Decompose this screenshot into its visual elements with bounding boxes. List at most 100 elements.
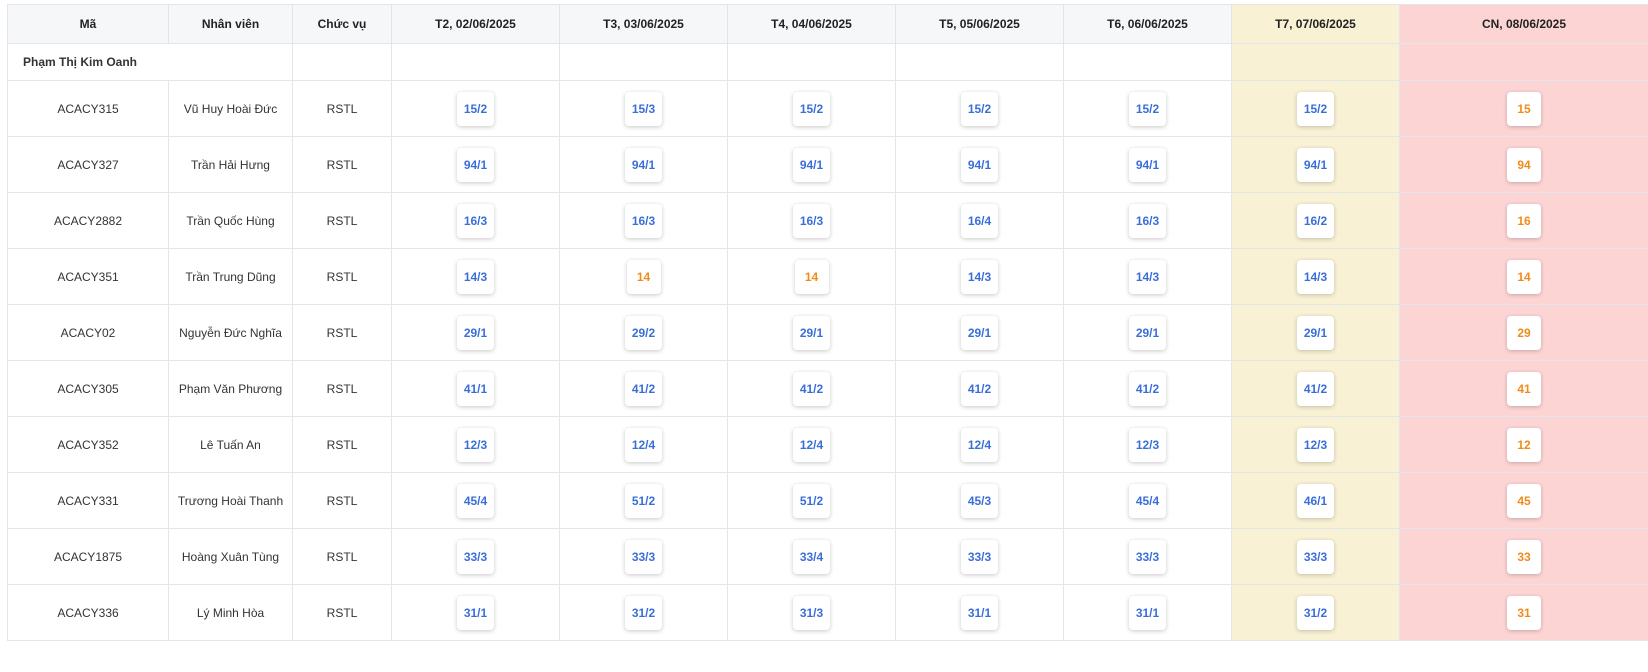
shift-chip[interactable]: 31/1 xyxy=(960,595,999,630)
shift-chip[interactable]: 29/1 xyxy=(1296,315,1335,350)
shift-chip[interactable]: 41/2 xyxy=(960,371,999,406)
shift-chip[interactable]: 16/2 xyxy=(1296,203,1335,238)
shift-chip[interactable]: 29/1 xyxy=(792,315,831,350)
shift-chip[interactable]: 51/2 xyxy=(624,483,663,518)
shift-chip[interactable]: 16/3 xyxy=(456,203,495,238)
shift-chip[interactable]: 15/2 xyxy=(456,91,495,126)
shift-chip[interactable]: 31/2 xyxy=(624,595,663,630)
shift-cell: 33/3 xyxy=(895,528,1064,585)
shift-chip[interactable]: 14/3 xyxy=(960,259,999,294)
header-day-wed[interactable]: T4, 04/06/2025 xyxy=(727,4,896,44)
group-cell-empty xyxy=(1231,43,1400,81)
shift-cell: 12/3 xyxy=(1063,416,1232,473)
shift-chip[interactable]: 41/2 xyxy=(624,371,663,406)
shift-chip[interactable]: 31 xyxy=(1507,595,1541,630)
shift-chip[interactable]: 33 xyxy=(1507,539,1541,574)
shift-chip[interactable]: 14/3 xyxy=(456,259,495,294)
shift-chip[interactable]: 12/3 xyxy=(1296,427,1335,462)
shift-chip[interactable]: 16/3 xyxy=(1128,203,1167,238)
shift-chip[interactable]: 45 xyxy=(1507,483,1541,518)
shift-chip[interactable]: 31/1 xyxy=(1128,595,1167,630)
shift-chip[interactable]: 15/2 xyxy=(1296,91,1335,126)
shift-chip[interactable]: 12 xyxy=(1507,427,1541,462)
shift-chip[interactable]: 33/4 xyxy=(792,539,831,574)
shift-chip[interactable]: 16 xyxy=(1507,203,1541,238)
shift-cell: 29/2 xyxy=(559,304,728,361)
header-employee[interactable]: Nhân viên xyxy=(168,4,293,44)
shift-chip[interactable]: 12/4 xyxy=(792,427,831,462)
shift-chip[interactable]: 94/1 xyxy=(1296,147,1335,182)
shift-chip[interactable]: 14/3 xyxy=(1296,259,1335,294)
shift-chip[interactable]: 94/1 xyxy=(960,147,999,182)
shift-chip[interactable]: 94/1 xyxy=(456,147,495,182)
header-code[interactable]: Mã xyxy=(7,4,169,44)
header-day-mon[interactable]: T2, 02/06/2025 xyxy=(391,4,560,44)
shift-chip[interactable]: 15/2 xyxy=(1128,91,1167,126)
shift-chip[interactable]: 41 xyxy=(1507,371,1541,406)
shift-cell: 33/3 xyxy=(1231,528,1400,585)
shift-chip[interactable]: 31/3 xyxy=(792,595,831,630)
shift-cell: 41/2 xyxy=(1231,360,1400,417)
shift-chip[interactable]: 31/1 xyxy=(456,595,495,630)
header-day-sun[interactable]: CN, 08/06/2025 xyxy=(1399,4,1648,44)
shift-chip[interactable]: 51/2 xyxy=(792,483,831,518)
shift-chip[interactable]: 15/2 xyxy=(960,91,999,126)
shift-chip[interactable]: 16/3 xyxy=(624,203,663,238)
shift-chip[interactable]: 14 xyxy=(626,259,661,294)
shift-chip[interactable]: 33/3 xyxy=(960,539,999,574)
shift-chip[interactable]: 14/3 xyxy=(1128,259,1167,294)
employee-position: RSTL xyxy=(292,304,392,361)
shift-chip[interactable]: 14 xyxy=(1507,259,1541,294)
schedule-table-container: Mã Nhân viên Chức vụ T2, 02/06/2025 T3, … xyxy=(7,4,1648,641)
shift-chip[interactable]: 12/4 xyxy=(960,427,999,462)
shift-chip[interactable]: 12/3 xyxy=(456,427,495,462)
shift-chip[interactable]: 45/3 xyxy=(960,483,999,518)
shift-chip[interactable]: 94/1 xyxy=(624,147,663,182)
shift-chip[interactable]: 16/4 xyxy=(960,203,999,238)
table-row: ACACY327 Trần Hải Hưng RSTL 94/1 94/1 94/1 94/… xyxy=(7,136,1648,193)
group-cell-empty xyxy=(727,43,896,81)
shift-chip[interactable]: 33/3 xyxy=(1296,539,1335,574)
shift-chip[interactable]: 94 xyxy=(1507,147,1541,182)
shift-chip[interactable]: 12/4 xyxy=(624,427,663,462)
table-row: ACACY315 Vũ Huy Hoài Đức RSTL 15/2 15/3 15/2 1… xyxy=(7,80,1648,137)
group-cell-empty xyxy=(292,43,392,81)
shift-cell: 29/1 xyxy=(1231,304,1400,361)
shift-cell: 31/1 xyxy=(1063,584,1232,641)
shift-chip[interactable]: 29/1 xyxy=(960,315,999,350)
shift-cell: 45/3 xyxy=(895,472,1064,529)
shift-chip[interactable]: 15 xyxy=(1507,91,1541,126)
header-day-thu[interactable]: T5, 05/06/2025 xyxy=(895,4,1064,44)
shift-chip[interactable]: 41/2 xyxy=(1296,371,1335,406)
shift-chip[interactable]: 15/2 xyxy=(792,91,831,126)
shift-chip[interactable]: 29 xyxy=(1507,315,1541,350)
shift-cell: 29/1 xyxy=(727,304,896,361)
header-day-tue[interactable]: T3, 03/06/2025 xyxy=(559,4,728,44)
shift-chip[interactable]: 29/2 xyxy=(624,315,663,350)
shift-chip[interactable]: 31/2 xyxy=(1296,595,1335,630)
shift-chip[interactable]: 94/1 xyxy=(792,147,831,182)
shift-cell: 31/2 xyxy=(1231,584,1400,641)
shift-chip[interactable]: 94/1 xyxy=(1128,147,1167,182)
shift-cell: 16/4 xyxy=(895,192,1064,249)
header-position[interactable]: Chức vụ xyxy=(292,4,392,44)
shift-cell: 15/2 xyxy=(1231,80,1400,137)
shift-chip[interactable]: 46/1 xyxy=(1296,483,1335,518)
header-day-sat[interactable]: T7, 07/06/2025 xyxy=(1231,4,1400,44)
shift-chip[interactable]: 29/1 xyxy=(456,315,495,350)
shift-chip[interactable]: 14 xyxy=(794,259,829,294)
shift-chip[interactable]: 41/2 xyxy=(792,371,831,406)
shift-chip[interactable]: 29/1 xyxy=(1128,315,1167,350)
shift-chip[interactable]: 41/2 xyxy=(1128,371,1167,406)
shift-chip[interactable]: 41/1 xyxy=(456,371,495,406)
header-day-fri[interactable]: T6, 06/06/2025 xyxy=(1063,4,1232,44)
shift-chip[interactable]: 15/3 xyxy=(624,91,663,126)
shift-cell: 29 xyxy=(1399,304,1648,361)
shift-chip[interactable]: 12/3 xyxy=(1128,427,1167,462)
shift-chip[interactable]: 33/3 xyxy=(456,539,495,574)
shift-chip[interactable]: 45/4 xyxy=(1128,483,1167,518)
shift-chip[interactable]: 33/3 xyxy=(1128,539,1167,574)
shift-chip[interactable]: 16/3 xyxy=(792,203,831,238)
shift-chip[interactable]: 33/3 xyxy=(624,539,663,574)
shift-chip[interactable]: 45/4 xyxy=(456,483,495,518)
